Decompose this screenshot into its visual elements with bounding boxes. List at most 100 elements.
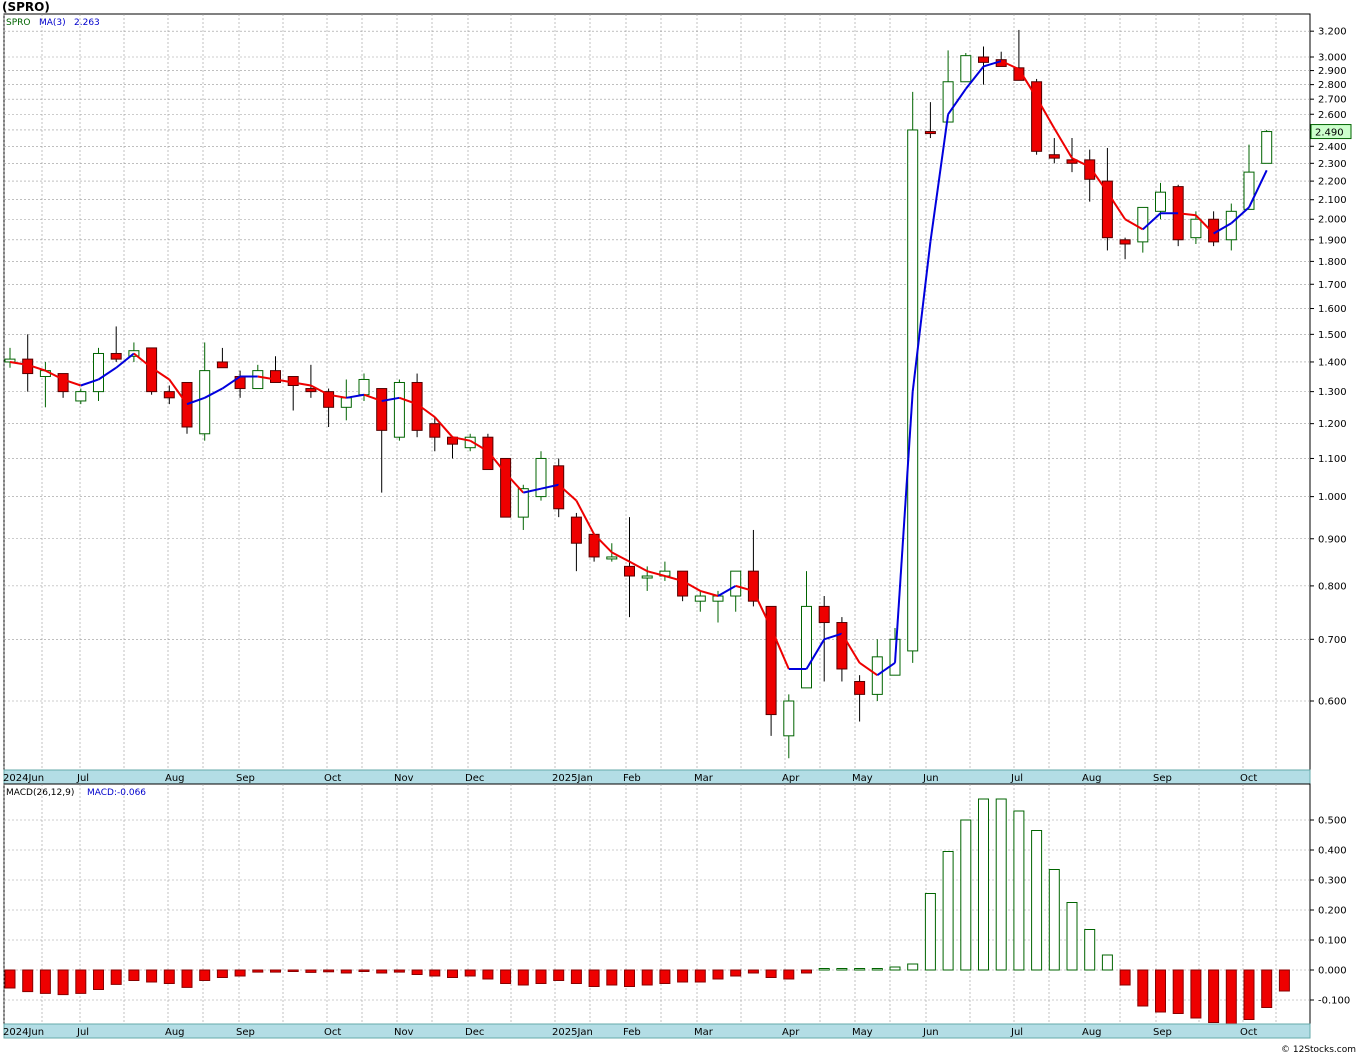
macd-bar-negative <box>570 969 582 984</box>
price-xaxis-label: Jul <box>1010 773 1023 784</box>
macd-xaxis-label: Sep <box>1153 1027 1172 1038</box>
macd-bar-negative <box>110 969 122 985</box>
candle-body-down <box>854 680 866 695</box>
price-tick-label: 2.200 <box>1318 177 1347 188</box>
price-tick-label: 0.600 <box>1318 697 1347 708</box>
macd-xaxis-label: 2024Jun <box>3 1027 44 1038</box>
price-tick-label: 2.000 <box>1318 215 1347 226</box>
macd-bar-positive <box>889 966 901 971</box>
macd-bar-negative <box>287 969 299 972</box>
macd-bar-negative <box>1278 969 1290 992</box>
chart-svg: 3.2003.0002.9002.8002.7002.6002.5002.400… <box>0 0 1360 1056</box>
macd-xaxis-label: Oct <box>1240 1027 1257 1038</box>
macd-xaxis-band <box>3 1023 1311 1039</box>
macd-bar-negative <box>1190 969 1202 1019</box>
candle-body-down <box>163 391 175 399</box>
macd-bar-positive <box>854 968 866 971</box>
price-xaxis-label: Sep <box>1153 773 1172 784</box>
price-tick-label: 1.500 <box>1318 330 1347 341</box>
candle <box>411 373 423 438</box>
candle-body-up <box>871 656 883 695</box>
price-tick-label: 1.000 <box>1318 492 1347 503</box>
macd-bar-negative <box>1155 969 1166 1013</box>
candle <box>500 457 512 518</box>
macd-xaxis-label: Oct <box>324 1027 341 1038</box>
candle-body-down <box>429 423 441 438</box>
macd-bar-negative <box>783 969 795 980</box>
price-tick-label: 2.700 <box>1318 95 1347 106</box>
macd-bar-negative <box>376 969 388 974</box>
candle-body-down <box>482 436 494 471</box>
price-xaxis-label: 2024Jun <box>3 773 44 784</box>
price-xaxis-label: May <box>852 773 873 784</box>
ma-value: 2.263 <box>74 18 100 28</box>
candle-body-down <box>216 361 228 369</box>
price-tick-label: 0.800 <box>1318 581 1347 592</box>
macd-xaxis-label: Jul <box>76 1027 89 1038</box>
macd-tick-label: 0.000 <box>1318 966 1347 977</box>
ticker-label: SPRO <box>6 18 30 28</box>
macd-bar-negative <box>765 969 777 978</box>
macd-xaxis-label: Jul <box>1010 1027 1023 1038</box>
macd-bar-negative <box>234 969 246 977</box>
candle <box>181 381 193 434</box>
price-tick-label: 2.100 <box>1318 195 1347 206</box>
macd-bar-negative <box>128 969 140 981</box>
macd-bar-negative <box>39 969 51 994</box>
macd-bar-negative <box>447 969 458 978</box>
macd-bar-positive <box>995 798 1007 971</box>
macd-bar-negative <box>252 969 264 973</box>
macd-bar-negative <box>75 969 87 994</box>
macd-xaxis-label: Jun <box>922 1027 939 1038</box>
macd-xaxis-label: Dec <box>465 1027 484 1038</box>
candle-body-up <box>1155 191 1166 212</box>
candle-body-down <box>836 622 848 670</box>
candle-body-down <box>1084 159 1096 180</box>
candle-body-down <box>181 381 193 428</box>
candle <box>960 53 972 83</box>
macd-bar-positive <box>818 968 830 971</box>
macd-bar-negative <box>4 969 16 989</box>
macd-bar-negative <box>305 969 317 973</box>
candle-body-up <box>712 595 724 602</box>
price-tick-label: 2.800 <box>1318 80 1347 91</box>
price-xaxis-label: Jun <box>922 773 939 784</box>
price-xaxis-label: 2025Jan <box>552 773 593 784</box>
macd-bar-negative <box>730 969 742 977</box>
candle-body-up <box>960 55 972 83</box>
macd-bar-negative <box>712 969 724 980</box>
price-tick-label: 3.000 <box>1318 53 1347 64</box>
macd-xaxis-label: May <box>852 1027 873 1038</box>
candle-body-up <box>801 605 812 689</box>
macd-xaxis-label: Feb <box>623 1027 641 1038</box>
candle <box>393 379 405 441</box>
candle <box>146 347 158 395</box>
candle <box>1261 129 1273 164</box>
candle-body-up <box>730 570 742 597</box>
candle-body-down <box>624 565 635 577</box>
macd-bar-negative <box>1119 969 1131 986</box>
candle-body-up <box>783 700 795 737</box>
price-xaxis-label: Aug <box>165 773 185 784</box>
candle-body-up <box>606 556 618 560</box>
macd-bar-negative <box>588 969 600 987</box>
macd-tick-label: 0.500 <box>1318 816 1347 827</box>
macd-bar-negative <box>1243 969 1255 1020</box>
candle-body-up <box>641 575 653 579</box>
candle-body-down <box>818 605 830 624</box>
macd-bar-negative <box>57 969 69 996</box>
macd-bar-positive <box>1013 810 1025 971</box>
candle-body-up <box>1137 206 1149 243</box>
last-price-label: 2.490 <box>1315 128 1344 139</box>
price-tick-label: 1.800 <box>1318 257 1347 268</box>
macd-bar-negative <box>1172 969 1184 1014</box>
candle-body-down <box>110 352 122 360</box>
macd-bar-negative <box>216 969 228 978</box>
copyright: © 12Stocks.com <box>1281 1045 1356 1055</box>
candle-body-down <box>1048 154 1060 159</box>
price-xaxis-label: Apr <box>782 773 800 784</box>
macd-xaxis-label: Nov <box>394 1027 414 1038</box>
price-tick-label: 1.700 <box>1318 280 1347 291</box>
macd-xaxis-label: 2025Jan <box>552 1027 593 1038</box>
macd-tick-label: 0.100 <box>1318 936 1347 947</box>
